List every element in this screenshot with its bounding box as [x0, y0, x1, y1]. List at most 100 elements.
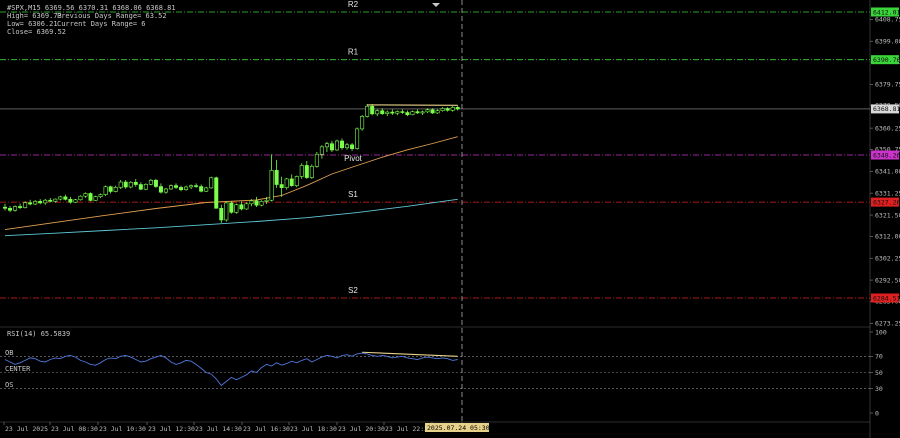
candle-bear — [63, 196, 68, 200]
level-name-r1: R1 — [348, 48, 359, 57]
candle-bull — [53, 198, 58, 202]
candle-bull — [345, 144, 350, 149]
candle-bull — [294, 176, 299, 186]
candle-bull — [355, 128, 360, 149]
level-name-s2: S2 — [348, 286, 358, 295]
candle-bear — [415, 111, 420, 114]
candle-bull — [189, 185, 194, 188]
candle-bull — [209, 177, 214, 189]
candle-bear — [289, 178, 294, 186]
price-tick-label: 6321.50 — [875, 211, 900, 219]
candle-bull — [73, 199, 78, 203]
symbol-quote: #SPX,M15 6369.56 6370.31 6368.06 6368.81 — [7, 4, 176, 12]
candle-bear — [229, 202, 234, 213]
candle-bull — [435, 110, 440, 114]
candle-bull — [309, 166, 314, 178]
candle-bear — [455, 107, 460, 110]
candle-bull — [334, 140, 339, 151]
rsi-level-label: CENTER — [5, 365, 31, 373]
candle-bear — [219, 207, 224, 221]
candle-bear — [8, 207, 13, 211]
candle-bull — [360, 116, 365, 130]
candle-bear — [158, 186, 163, 193]
time-tick-label: 23 Jul 10:30 — [99, 425, 146, 433]
level-price-label: 6284.51 — [873, 294, 900, 302]
candle-bull — [249, 200, 254, 205]
candle-bear — [350, 144, 355, 149]
candle-bull — [13, 206, 18, 211]
level-name-r2: R2 — [348, 0, 359, 9]
candle-bear — [194, 185, 199, 187]
time-tick-label: 23 Jul 22:30 — [385, 425, 432, 433]
candle-bear — [2, 206, 8, 209]
candle-bull — [234, 204, 239, 213]
high-info: High= 6369.73 — [7, 12, 62, 20]
chart-shift-marker-icon[interactable] — [432, 3, 440, 7]
candle-bull — [184, 186, 189, 190]
candle-bull — [244, 203, 249, 210]
candle-bull — [259, 201, 264, 206]
candle-bear — [174, 185, 179, 188]
candle-bull — [113, 187, 118, 192]
candle-bear — [370, 105, 375, 115]
candle-bull — [385, 111, 390, 114]
prev-range-info: Previous Days Range= 63.52 — [57, 12, 167, 20]
current-price-label: 6368.81 — [873, 105, 900, 113]
price-tick-label: 6292.50 — [875, 276, 900, 284]
candle-bear — [153, 179, 158, 187]
cursor-time-label: 2025.07.24 05:30 — [427, 424, 490, 432]
rsi-level-label: OS — [5, 381, 13, 389]
rsi-tick-label: 50 — [875, 369, 883, 377]
candle-bear — [48, 199, 53, 202]
level-price-label: 6390.76 — [873, 56, 900, 64]
candle-bear — [28, 202, 33, 205]
candle-bear — [68, 199, 73, 203]
candle-bull — [395, 111, 400, 114]
main-pane: R2 R1 Pivot S1 S2 — [0, 0, 870, 299]
time-axis: 23 Jul 2025 23 Jul 08:30 23 Jul 10:30 23 Ju… — [3, 422, 480, 433]
candle-bull — [118, 181, 123, 188]
candle-bear — [279, 184, 284, 188]
low-info: Low= 6306.21 — [7, 20, 58, 28]
price-tick-label: 6399.00 — [875, 37, 900, 45]
candle-bull — [269, 170, 274, 201]
level-name-pivot: Pivot — [344, 154, 363, 163]
level-price-label: 6412.01 — [873, 8, 900, 16]
candle-bull — [324, 143, 329, 148]
time-tick-label: 23 Jul 2025 — [5, 425, 48, 433]
price-tick-label: 6379.75 — [875, 81, 900, 89]
candle-bull — [128, 181, 133, 188]
candle-bear — [239, 204, 244, 210]
time-tick-label: 23 Jul 08:30 — [51, 425, 98, 433]
candle-bull — [319, 146, 324, 155]
price-tick-label: 6408.75 — [875, 16, 900, 24]
candle-bear — [380, 110, 385, 114]
time-tick-label: 23 Jul 14:30 — [195, 425, 242, 433]
rsi-label: RSI(14) 65.5839 — [7, 330, 70, 338]
candle-bear — [405, 112, 410, 116]
price-tick-label: 6331.25 — [875, 189, 900, 197]
rsi-tick-label: 70 — [875, 353, 883, 361]
level-price-label: 6348.26 — [873, 151, 900, 159]
candle-bear — [390, 111, 395, 114]
price-tick-label: 6302.25 — [875, 255, 900, 263]
price-chart[interactable]: #SPX,M15 6369.56 6370.31 6368.06 6368.81… — [0, 0, 900, 438]
candle-bear — [179, 187, 184, 190]
close-info: Close= 6369.52 — [7, 28, 66, 36]
candle-bear — [123, 181, 128, 188]
rsi-line — [4, 352, 458, 387]
price-tick-label: 6312.00 — [875, 233, 900, 241]
candle-bull — [204, 187, 209, 192]
candle-bull — [375, 110, 380, 115]
time-tick-label: 23 Jul 12:30 — [148, 425, 195, 433]
candle-bull — [224, 202, 229, 221]
price-tick-label: 6341.00 — [875, 168, 900, 176]
candle-bull — [78, 195, 83, 201]
level-price-label: 6327.26 — [873, 198, 900, 206]
candle-bull — [93, 196, 98, 201]
candle-bull — [410, 111, 415, 116]
candle-bear — [254, 200, 259, 206]
candle-bear — [138, 184, 143, 190]
candle-bull — [425, 109, 430, 113]
candle-bear — [304, 165, 309, 178]
